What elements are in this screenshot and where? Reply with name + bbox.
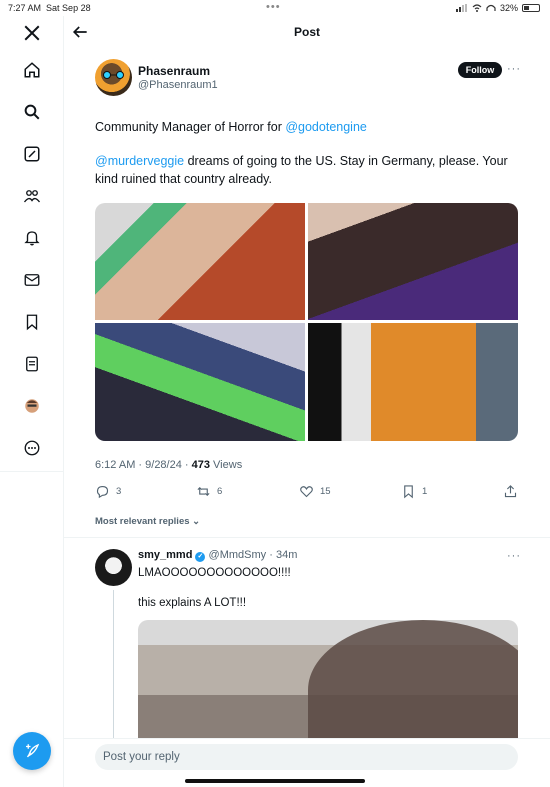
status-bar: 7:27 AM Sat Sep 28 ••• 32% (0, 0, 550, 16)
section-divider (64, 537, 550, 538)
chevron-down-icon: ⌄ (192, 516, 201, 527)
communities-icon[interactable] (20, 184, 44, 208)
like-action[interactable]: 15 (299, 484, 331, 499)
post-time: 6:12 AM (95, 459, 136, 471)
reply-count: 3 (116, 486, 122, 497)
reply-input[interactable]: Post your reply (95, 744, 518, 770)
repost-icon (197, 486, 210, 497)
author-handle[interactable]: @Phasenraum1 (138, 79, 218, 91)
share-icon (504, 485, 517, 498)
sidebar (0, 16, 64, 787)
battery-icon (522, 4, 540, 12)
home-icon[interactable] (20, 58, 44, 82)
post-media-grid (95, 203, 518, 441)
bookmark-icon (404, 485, 413, 499)
bookmarks-icon[interactable] (20, 310, 44, 334)
bookmark-count: 1 (422, 486, 428, 497)
reply-author-avatar[interactable] (95, 549, 132, 586)
post-text-line-1: Community Manager of Horror for @godoten… (95, 120, 367, 134)
heart-icon (300, 486, 313, 498)
thread-line (113, 590, 114, 740)
multitask-dots[interactable]: ••• (266, 1, 281, 13)
repost-action[interactable]: 6 (196, 484, 222, 499)
reply-action[interactable]: 3 (95, 484, 121, 499)
reply-author-handle[interactable]: @MmdSmy (209, 549, 267, 561)
post-meta: 6:12 AM · 9/28/24 · 473 Views (95, 459, 243, 471)
post-header: Post (64, 16, 550, 48)
post-image-2[interactable] (308, 203, 518, 320)
reply-more-icon[interactable]: ··· (507, 550, 521, 562)
reply-text-line-1: LMAOOOOOOOOOOOOO!!!! (138, 567, 291, 579)
reply-media-image[interactable] (138, 620, 518, 745)
views-count: 473 (191, 459, 210, 471)
home-indicator[interactable] (185, 779, 365, 783)
battery-percent: 32% (499, 3, 518, 13)
status-time: 7:27 AM Sat Sep 28 (8, 3, 91, 13)
signal-icon (455, 4, 467, 12)
profile-avatar-icon[interactable] (20, 394, 44, 418)
mention-link[interactable]: @murderveggie (95, 154, 184, 168)
status-icons: 32% (455, 3, 540, 13)
feather-plus-icon (26, 743, 40, 758)
sidebar-divider (0, 471, 64, 472)
messages-envelope-icon[interactable] (20, 268, 44, 292)
search-icon[interactable] (20, 100, 44, 124)
views-label: Views (213, 459, 243, 471)
replies-sort-dropdown[interactable]: Most relevant replies ⌄ (95, 516, 200, 527)
reply-composer-bar: Post your reply (64, 738, 550, 787)
reply-text-line-2: this explains A LOT!!! (138, 597, 247, 609)
page-title: Post (293, 25, 320, 39)
post-image-3[interactable] (95, 323, 305, 441)
repost-count: 6 (217, 486, 223, 497)
mention-link[interactable]: @godotengine (285, 120, 367, 134)
bookmark-action[interactable]: 1 (401, 484, 427, 499)
follow-button[interactable]: Follow (458, 62, 502, 78)
post-image-1[interactable] (95, 203, 305, 320)
reply-bubble-icon (96, 485, 109, 499)
compose-post-button[interactable] (13, 732, 51, 770)
author-avatar[interactable] (95, 59, 132, 96)
share-action[interactable] (503, 484, 518, 499)
post-more-icon[interactable]: ··· (507, 63, 521, 75)
post-image-4[interactable] (308, 323, 518, 441)
reply-text: LMAOOOOOOOOOOOOO!!!! this explains A LOT… (138, 566, 291, 611)
more-options-icon[interactable] (20, 436, 44, 460)
post-text-paragraph-2: @murderveggie dreams of going to the US.… (95, 154, 508, 186)
author-display-name[interactable]: Phasenraum (138, 64, 210, 78)
lists-icon[interactable] (20, 352, 44, 376)
x-logo-icon[interactable] (20, 21, 44, 45)
post-text: Community Manager of Horror for @godoten… (95, 118, 515, 188)
post-date: 9/28/24 (145, 459, 182, 471)
notifications-bell-icon[interactable] (20, 226, 44, 250)
verified-badge-icon: ✓ (195, 552, 206, 562)
headphones-icon (486, 4, 496, 11)
grok-icon[interactable] (20, 142, 44, 166)
wifi-icon (472, 4, 482, 12)
like-count: 15 (320, 486, 331, 497)
reply-author-display-name[interactable]: smy_mmd (138, 549, 192, 561)
reply-author-line: smy_mmd ✓ @MmdSmy · 34m (138, 549, 298, 562)
reply-age: 34m (275, 549, 298, 561)
avatar-glasses-graphic (103, 71, 124, 79)
